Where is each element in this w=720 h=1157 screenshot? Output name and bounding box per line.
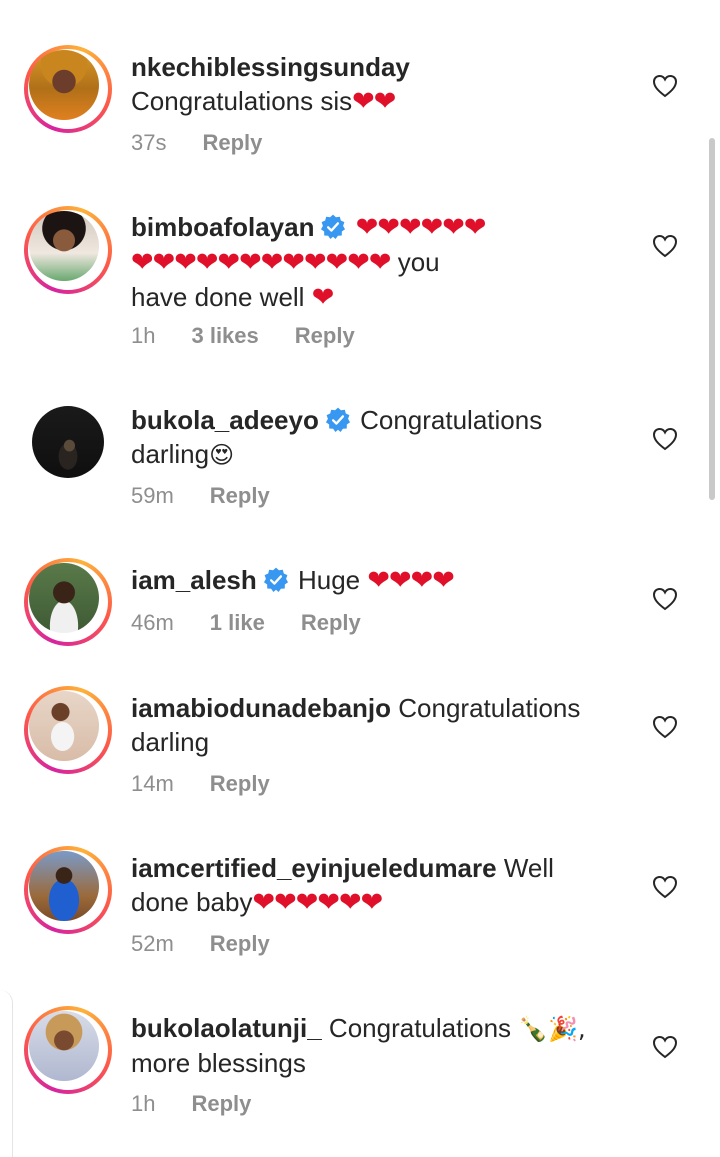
username[interactable]: bimboafolayan	[131, 212, 314, 242]
heart-icon[interactable]	[652, 1035, 678, 1059]
verified-badge-icon	[263, 567, 289, 593]
avatar[interactable]	[24, 45, 112, 133]
timestamp: 14m	[131, 771, 174, 796]
edge-handle	[0, 990, 13, 1157]
heart-emoji: ❤❤	[352, 86, 396, 117]
heart-emoji: ❤❤❤❤❤❤	[252, 887, 383, 918]
reply-button[interactable]: Reply	[210, 771, 270, 796]
comment-text: done baby	[131, 887, 253, 917]
heart-icon[interactable]	[652, 74, 678, 98]
timestamp: 1h	[131, 1091, 156, 1116]
comment-body: iam_alesh Huge ❤❤❤❤	[131, 563, 621, 598]
timestamp: 37s	[131, 130, 167, 155]
comment-meta: 46m 1 like Reply	[131, 608, 397, 638]
username[interactable]: bukolaolatunji_	[131, 1013, 322, 1043]
comment-body: bimboafolayan ❤❤❤❤❤❤ ❤❤❤❤❤❤❤❤❤❤❤❤ you ha…	[131, 210, 621, 315]
likes-count[interactable]: 1 like	[210, 610, 265, 635]
avatar[interactable]	[24, 206, 112, 294]
comment-text: Huge	[297, 565, 361, 595]
comment-text: Well	[503, 853, 554, 883]
heart-emoji: ❤	[311, 282, 335, 313]
reply-button[interactable]: Reply	[202, 130, 262, 155]
reply-button[interactable]: Reply	[191, 1091, 251, 1116]
username[interactable]: iamcertified_eyinjueledumare	[131, 853, 497, 883]
comment-body: bukola_adeeyo Congratulations darling😍	[131, 403, 621, 472]
comment-meta: 52m Reply	[131, 929, 306, 959]
avatar[interactable]	[24, 1006, 112, 1094]
username[interactable]: iamabiodunadebanjo	[131, 693, 391, 723]
comment-body: bukolaolatunji_ Congratulations 🍾🎉, more…	[131, 1011, 621, 1080]
heart-eyes-emoji: 😍	[209, 441, 235, 469]
username[interactable]: nkechiblessingsunday	[131, 52, 410, 82]
heart-icon[interactable]	[652, 234, 678, 258]
verified-badge-icon	[320, 214, 346, 240]
username[interactable]: bukola_adeeyo	[131, 405, 319, 435]
comment-meta: 1h 3 likes Reply	[131, 321, 391, 351]
comment-meta: 37s Reply	[131, 128, 298, 158]
comment-body: iamabiodunadebanjo Congratulations darli…	[131, 691, 621, 759]
avatar[interactable]	[24, 398, 112, 486]
comment-text: Congratulations sis	[131, 86, 353, 116]
likes-count[interactable]: 3 likes	[191, 323, 258, 348]
heart-icon[interactable]	[652, 427, 678, 451]
celebration-emoji: 🍾🎉,	[518, 1015, 586, 1043]
heart-icon[interactable]	[652, 715, 678, 739]
heart-emoji: ❤❤❤❤❤❤	[355, 212, 487, 243]
heart-emoji: ❤❤❤❤	[367, 565, 454, 596]
reply-button[interactable]: Reply	[301, 610, 361, 635]
username[interactable]: iam_alesh	[131, 565, 257, 595]
reply-button[interactable]: Reply	[210, 483, 270, 508]
avatar[interactable]	[24, 686, 112, 774]
heart-emoji: ❤❤❤❤❤❤❤❤❤❤❤❤	[131, 247, 391, 278]
comment-body: iamcertified_eyinjueledumare Well done b…	[131, 851, 621, 920]
timestamp: 52m	[131, 931, 174, 956]
verified-badge-icon	[325, 407, 351, 433]
heart-icon[interactable]	[652, 875, 678, 899]
scrollbar[interactable]	[709, 138, 715, 500]
comment-text: Congratulations	[398, 693, 581, 723]
heart-icon[interactable]	[652, 587, 678, 611]
timestamp: 59m	[131, 483, 174, 508]
comment-text: more blessings	[131, 1048, 306, 1078]
comment-text: have done well	[131, 282, 305, 312]
comment-text: darling	[131, 439, 210, 469]
timestamp: 1h	[131, 323, 156, 348]
comment-meta: 14m Reply	[131, 769, 306, 799]
avatar[interactable]	[24, 558, 112, 646]
reply-button[interactable]: Reply	[210, 931, 270, 956]
avatar[interactable]	[24, 846, 112, 934]
comment-body: nkechiblessingsunday Congratulations sis…	[131, 50, 621, 119]
comment-text: you	[390, 247, 440, 277]
comment-text: darling	[131, 727, 210, 757]
comment-meta: 1h Reply	[131, 1089, 287, 1119]
reply-button[interactable]: Reply	[295, 323, 355, 348]
comment-text: Congratulations	[328, 1013, 512, 1043]
comment-meta: 59m Reply	[131, 481, 306, 511]
comment-text: Congratulations	[360, 405, 543, 435]
timestamp: 46m	[131, 610, 174, 635]
